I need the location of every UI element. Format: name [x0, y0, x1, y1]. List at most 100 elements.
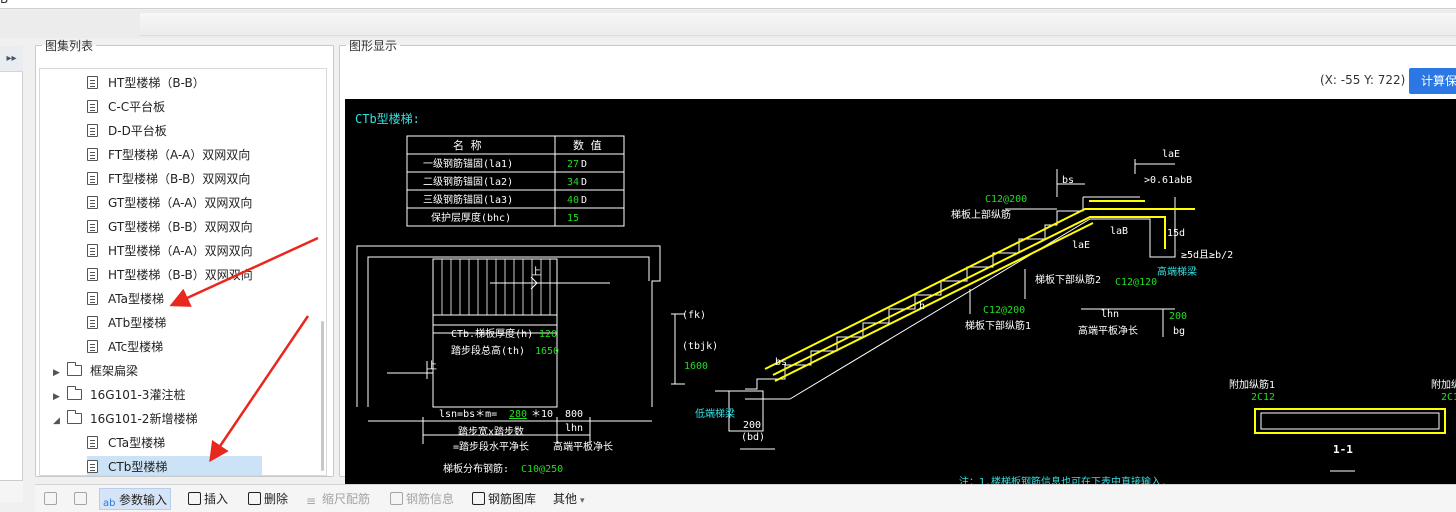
table-row-value[interactable]: 34 [567, 177, 579, 188]
tree-item-label: D-D平台板 [108, 124, 167, 138]
tree-item[interactable]: D-D平台板 [87, 120, 167, 142]
move-down-button[interactable] [71, 488, 93, 510]
document-icon [87, 268, 98, 281]
tree-item[interactable]: FT型楼梯（B-B）双网双向 [87, 168, 250, 190]
document-icon [87, 340, 98, 353]
rebar-info-button[interactable]: 钢筋信息 [387, 488, 457, 510]
section-top-rebar-spec[interactable]: C12@200 [985, 194, 1027, 205]
section-bottom2-spec[interactable]: C12@120 [1115, 277, 1157, 288]
plan-1600-value[interactable]: 1600 [684, 361, 708, 372]
param-input-icon: ab [103, 498, 116, 509]
table-row-name: 三级钢筋锚固(la3) [423, 193, 513, 206]
document-icon [87, 244, 98, 257]
plan-thickness-label: CTb.梯板厚度(h) [451, 327, 533, 340]
plan-thickness-value[interactable]: 120 [539, 329, 557, 340]
chevron-right-icon[interactable]: ▶ [53, 386, 67, 408]
chevron-down-icon: ▾ [580, 496, 585, 506]
tree-scrollbar[interactable] [321, 321, 324, 471]
plan-distribution-value[interactable]: C10@250 [521, 464, 563, 475]
document-icon [87, 148, 98, 161]
chevron-right-icon[interactable]: ▶ [53, 362, 67, 384]
tree-item[interactable]: CTb型楼梯 [87, 456, 262, 475]
drawing-canvas[interactable]: CTb型楼梯: 名 称 数 值 一级钢筋锚固(la1) 27 D 二级钢筋锚固(… [345, 99, 1456, 489]
tree-item-label: CTb型楼梯 [108, 460, 168, 474]
tree-item[interactable]: ATa型楼梯 [87, 288, 164, 310]
section-lhn-label: lhn [1101, 309, 1119, 320]
folder-icon [67, 362, 82, 376]
section-bottom2-label: 梯板下部纵筋2 [1035, 273, 1101, 286]
plan-tread-note-1: 踏步宽x踏步数 [458, 425, 524, 438]
rebar-info-icon [390, 492, 403, 505]
section-bottom1-label: 梯板下部纵筋1 [965, 319, 1031, 332]
scale-rebar-button[interactable]: ≡ 缩尺配筋 [303, 488, 373, 510]
tree-item-label: FT型楼梯（B-B）双网双向 [108, 172, 251, 186]
plan-high-end-label: 高端平板净长 [553, 440, 613, 453]
arrow-down-icon [74, 492, 87, 505]
table-row-value[interactable]: 15 [567, 213, 579, 224]
tree-folder[interactable]: ▶ 16G101-3灌注桩 [53, 384, 185, 406]
section-200-low[interactable]: 200 [743, 420, 761, 431]
tree-item[interactable]: HT型楼梯（A-A）双网双向 [87, 240, 253, 262]
other-menu-button[interactable]: 其他 ▾ [550, 488, 588, 510]
section-bs-top: bs [1062, 175, 1074, 186]
plan-height-value[interactable]: 1650 [535, 346, 559, 357]
section-lae-label: laE [1162, 149, 1180, 160]
move-up-button[interactable] [41, 488, 63, 510]
graphic-display-title: 图形显示 [349, 39, 398, 53]
section-high-slab-label: 高端平板净长 [1078, 324, 1138, 337]
tree-item[interactable]: GT型楼梯（A-A）双网双向 [87, 192, 252, 214]
tree-folder[interactable]: ▶ 框架扁梁 [53, 360, 138, 382]
drawing-title: CTb型楼梯: [355, 111, 420, 126]
document-icon [87, 292, 98, 305]
window-title: B [0, 0, 8, 6]
tree-item-label: HT型楼梯（A-A）双网双向 [108, 244, 253, 258]
chevron-down-icon[interactable]: ◢ [53, 410, 67, 432]
insert-button[interactable]: 插入 [185, 488, 231, 510]
plan-lsn-step-count[interactable]: 10 [541, 409, 553, 420]
expand-chevron-icon[interactable]: ▸▸ [0, 46, 23, 72]
table-row-name: 一级钢筋锚固(la1) [423, 157, 513, 170]
tree-item[interactable]: HT型楼梯（B-B）双网双向 [87, 264, 253, 286]
detail-cut-label: 1-1 [1333, 443, 1353, 456]
tree-item[interactable]: ATb型楼梯 [87, 312, 166, 334]
document-icon [87, 172, 98, 185]
detail-add1-spec[interactable]: 2C12 [1251, 392, 1275, 403]
tree-item[interactable]: CTa型楼梯 [87, 432, 165, 454]
folder-icon [67, 386, 82, 400]
atlas-list-title: 图集列表 [45, 39, 94, 53]
section-high-beam-label: 高端梯梁 [1157, 265, 1197, 278]
section-lab-label: laB [1110, 226, 1128, 237]
table-row-name: 二级钢筋锚固(la2) [423, 175, 513, 188]
plan-tread-note-2: =踏步段水平净长 [453, 440, 529, 453]
tree-item[interactable]: C-C平台板 [87, 96, 165, 118]
tree-folder[interactable]: ◢ 16G101-2新增楼梯 [53, 408, 197, 430]
section-bottom1-spec[interactable]: C12@200 [983, 305, 1025, 316]
section-200-right[interactable]: 200 [1169, 311, 1187, 322]
rebar-library-button[interactable]: 钢筋图库 [469, 488, 539, 510]
document-icon [87, 124, 98, 137]
delete-button[interactable]: 删除 [245, 488, 291, 510]
tree-item[interactable]: HT型楼梯（B-B） [87, 72, 205, 94]
section-lae-note: >0.61abB [1144, 175, 1192, 186]
detail-add2-spec[interactable]: 2C1 [1441, 392, 1456, 403]
plan-lsn-step-width[interactable]: 280 [509, 409, 527, 420]
plan-up-mark: 上 [531, 266, 541, 278]
param-input-button[interactable]: ab 参数输入 [99, 488, 172, 510]
table-row-value[interactable]: 27 [567, 159, 579, 170]
arrow-up-icon [44, 492, 57, 505]
tree-item-label: ATc型楼梯 [108, 340, 164, 354]
tree-item[interactable]: FT型楼梯（A-A）双网双向 [87, 144, 250, 166]
table-row-value[interactable]: 40 [567, 195, 579, 206]
tree-item[interactable]: ATc型楼梯 [87, 336, 163, 358]
side-panel-footer [0, 480, 23, 502]
tree-item-label: GT型楼梯（A-A）双网双向 [108, 196, 253, 210]
tree-item[interactable]: GT型楼梯（B-B）双网双向 [87, 216, 253, 238]
section-low-beam-label: 低端梯梁 [695, 407, 735, 420]
calculate-save-button[interactable]: 计算保 [1409, 68, 1456, 94]
delete-label: 删除 [264, 492, 289, 506]
plan-lhn-label: lhn [565, 423, 583, 434]
plan-800-value[interactable]: 800 [565, 409, 583, 420]
plan-height-label: 踏步段总高(th) [451, 344, 525, 357]
table-row-unit: D [581, 159, 587, 170]
rebar-library-label: 钢筋图库 [488, 492, 537, 506]
